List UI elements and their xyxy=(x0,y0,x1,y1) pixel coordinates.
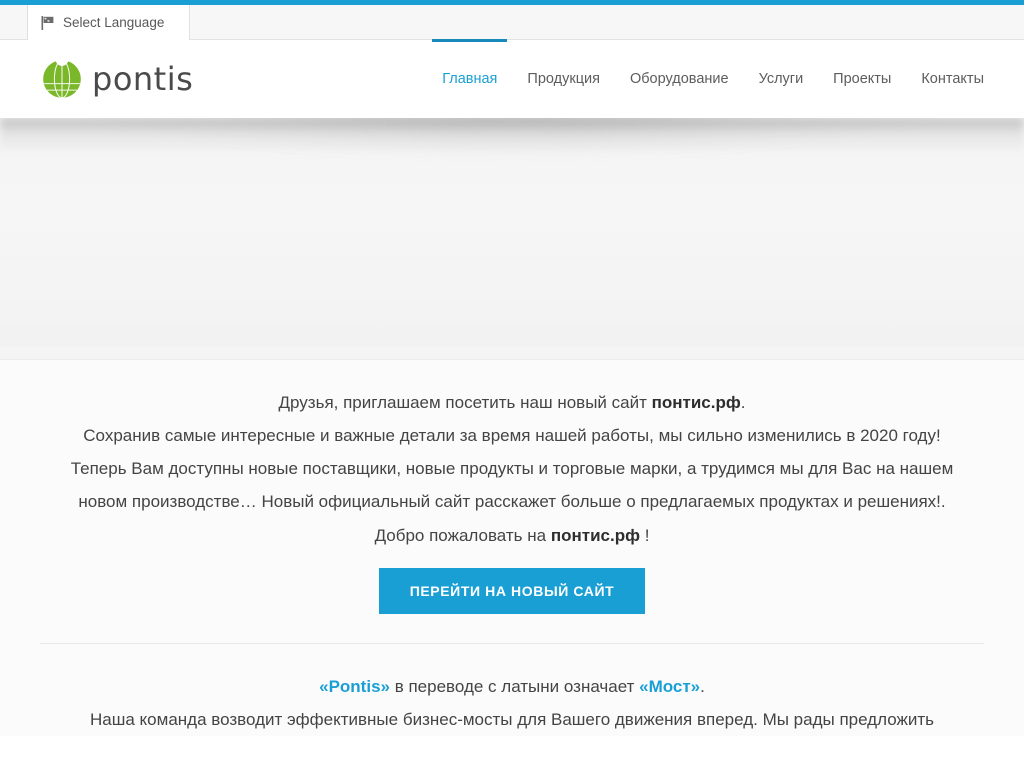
pontis-globe-logo-icon xyxy=(41,56,83,100)
flag-icon xyxy=(41,15,56,30)
brand-logo-link[interactable]: pontis xyxy=(41,56,194,100)
about-block: «Pontis» в переводе с латыни означает «М… xyxy=(40,644,984,736)
about-line-1: «Pontis» в переводе с латыни означает «М… xyxy=(40,670,984,703)
select-language-widget[interactable]: Select Language xyxy=(27,5,190,40)
promo-line-1: Друзья, приглашаем посетить наш новый са… xyxy=(40,386,984,419)
translate-strip: Select Language xyxy=(0,5,1024,40)
nav-item-produkciya[interactable]: Продукция xyxy=(512,40,615,118)
promo-line-2: Сохранив самые интересные и важные детал… xyxy=(83,426,941,446)
promo-line-5-site: понтис.рф xyxy=(550,525,640,545)
nav-item-kontakty[interactable]: Контакты xyxy=(906,40,999,118)
about-line-1-end: . xyxy=(700,676,705,696)
about-line-1-mid: в переводе с латыни означает xyxy=(389,676,640,696)
brand-wordmark: pontis xyxy=(92,60,194,98)
promo-line-5: Добро пожаловать на понтис.рф ! xyxy=(40,519,984,552)
cta-wrapper: ПЕРЕЙТИ НА НОВЫЙ САЙТ xyxy=(40,567,984,614)
main-content: Друзья, приглашаем посетить наш новый са… xyxy=(0,360,1024,736)
main-nav: Главная Продукция Оборудование Услуги Пр… xyxy=(427,39,999,118)
nav-item-proekty[interactable]: Проекты xyxy=(818,40,906,118)
hero-slider-placeholder[interactable] xyxy=(0,118,1024,360)
site-header: pontis Главная Продукция Оборудование Ус… xyxy=(0,39,1024,118)
go-to-new-site-button[interactable]: ПЕРЕЙТИ НА НОВЫЙ САЙТ xyxy=(378,567,646,614)
promo-line-1-site: понтис.рф xyxy=(651,393,741,412)
promo-line-4: новом производстве… Новый официальный са… xyxy=(78,492,946,512)
about-term-pontis: «Pontis» xyxy=(319,676,390,696)
promo-line-5-pre: Добро пожаловать на xyxy=(374,525,551,545)
promo-line-3: Теперь Вам доступны новые поставщики, но… xyxy=(70,459,954,479)
nav-item-oborudovanie[interactable]: Оборудование xyxy=(615,40,744,118)
about-line-2: Наша команда возводит эффективные бизнес… xyxy=(90,709,934,729)
promo-line-1-post: . xyxy=(740,393,746,412)
nav-item-uslugi[interactable]: Услуги xyxy=(744,40,819,118)
promo-line-1-pre: Друзья, приглашаем посетить наш новый са… xyxy=(278,393,652,412)
select-language-label: Select Language xyxy=(63,15,165,30)
promo-line-5-post: ! xyxy=(639,525,650,545)
content-container: Друзья, приглашаем посетить наш новый са… xyxy=(40,386,984,736)
about-term-most: «Мост» xyxy=(639,676,701,696)
nav-item-glavnaya[interactable]: Главная xyxy=(427,39,512,118)
hero-top-shadow xyxy=(0,118,1024,172)
